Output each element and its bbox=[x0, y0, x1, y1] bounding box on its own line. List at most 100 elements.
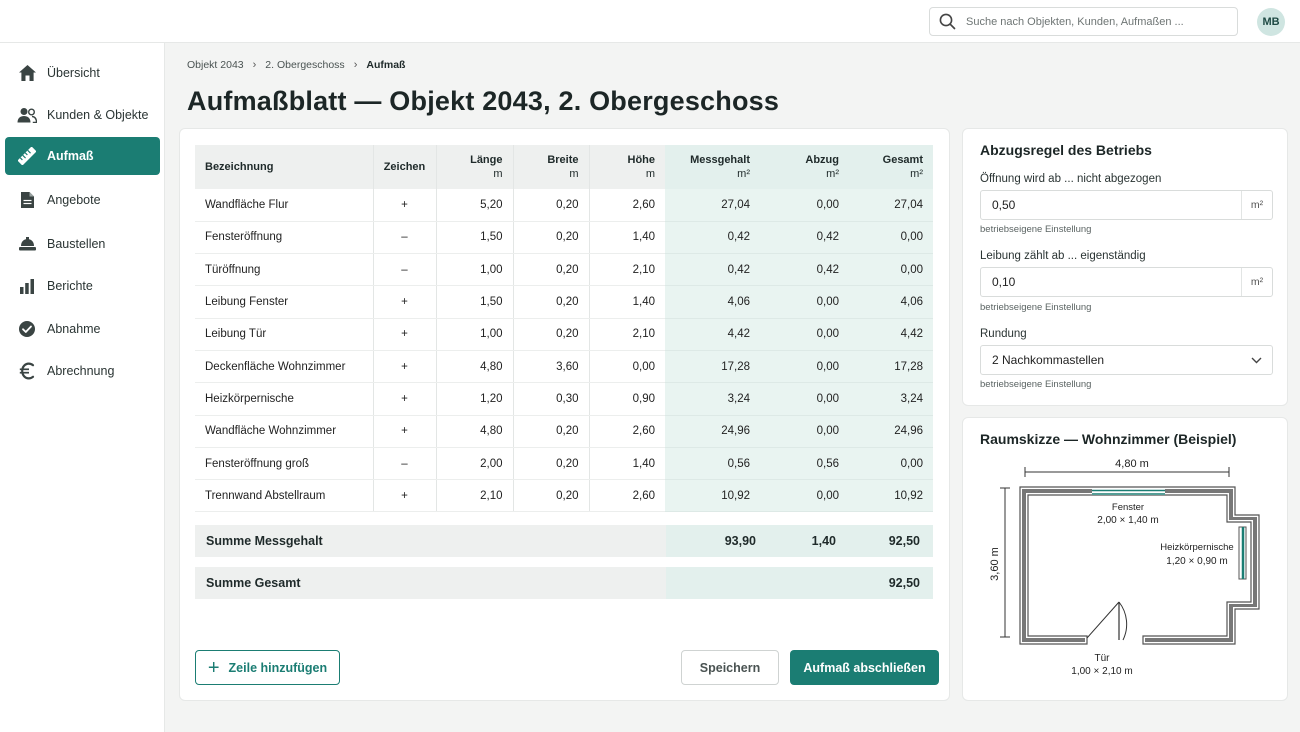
top-bar: MB bbox=[0, 0, 1300, 43]
cell-zeichen[interactable]: + bbox=[373, 189, 437, 222]
cell-breite[interactable]: 0,20 bbox=[513, 447, 590, 481]
sidebar-item-aufmass[interactable]: Aufmaß bbox=[5, 137, 160, 175]
cell-breite[interactable]: 0,20 bbox=[513, 221, 590, 255]
cell-bezeichnung[interactable]: Trennwand Abstellraum bbox=[195, 479, 374, 513]
search-input[interactable] bbox=[966, 15, 1226, 28]
cell-bezeichnung[interactable]: Fensteröffnung bbox=[195, 221, 374, 255]
cell-laenge[interactable]: 4,80 bbox=[436, 350, 514, 384]
cell-laenge[interactable]: 1,00 bbox=[436, 253, 514, 287]
cell-hoehe[interactable]: 2,60 bbox=[589, 479, 665, 513]
cell-messgehalt: 24,96 bbox=[665, 415, 760, 448]
cell-abzug: 0,00 bbox=[760, 350, 849, 384]
cell-zeichen[interactable]: + bbox=[373, 479, 437, 513]
cell-laenge[interactable]: 1,00 bbox=[436, 318, 514, 351]
cell-gesamt: 0,00 bbox=[849, 447, 933, 481]
cell-laenge[interactable]: 2,00 bbox=[436, 447, 514, 481]
cell-laenge[interactable]: 4,80 bbox=[436, 415, 514, 448]
cell-bezeichnung[interactable]: Heizkörpernische bbox=[195, 382, 374, 416]
reveal-threshold-input[interactable]: 0,10 m² bbox=[980, 267, 1273, 297]
cell-laenge[interactable]: 5,20 bbox=[436, 189, 514, 222]
column-header-messgehalt[interactable]: Messgehalt m² bbox=[665, 145, 760, 189]
table-row[interactable]: Trennwand Abstellraum +2,10 0,20 2,60 10,92 0… bbox=[195, 479, 933, 513]
sidebar-item-angebote[interactable]: Angebote bbox=[5, 181, 160, 219]
cell-hoehe[interactable]: 1,40 bbox=[589, 221, 665, 255]
sum-messgehalt-row: Summe Messgehalt 93,90 1,40 92,50 bbox=[195, 525, 933, 557]
cell-hoehe[interactable]: 2,60 bbox=[589, 415, 665, 448]
cell-breite[interactable]: 0,30 bbox=[513, 382, 590, 416]
cell-laenge[interactable]: 2,10 bbox=[436, 479, 514, 513]
cell-bezeichnung[interactable]: Wandfläche Flur bbox=[195, 189, 374, 222]
column-header-laenge[interactable]: Länge m bbox=[436, 145, 514, 189]
cell-bezeichnung[interactable]: Deckenfläche Wohnzimmer bbox=[195, 350, 374, 384]
cell-hoehe[interactable]: 2,10 bbox=[589, 318, 665, 351]
table-row[interactable]: Fensteröffnung groß –2,00 0,20 1,40 0,56 0,56… bbox=[195, 447, 933, 481]
finish-measurement-button[interactable]: Aufmaß abschließen bbox=[790, 650, 939, 685]
cell-breite[interactable]: 0,20 bbox=[513, 415, 590, 448]
cell-hoehe[interactable]: 0,00 bbox=[589, 350, 665, 384]
cell-gesamt: 3,24 bbox=[849, 382, 933, 416]
save-button[interactable]: Speichern bbox=[681, 650, 779, 685]
sum-abzug-value: 1,40 bbox=[811, 534, 836, 548]
cell-bezeichnung[interactable]: Leibung Fenster bbox=[195, 285, 374, 319]
breadcrumb-item[interactable]: 2. Obergeschoss bbox=[265, 59, 344, 71]
cell-breite[interactable]: 0,20 bbox=[513, 253, 590, 287]
sidebar-item-baustellen[interactable]: Baustellen bbox=[5, 225, 160, 263]
cell-laenge[interactable]: 1,50 bbox=[436, 221, 514, 255]
column-header-gesamt[interactable]: Gesamt m² bbox=[849, 145, 933, 189]
cell-hoehe[interactable]: 2,10 bbox=[589, 253, 665, 287]
height-label: 3,60 m bbox=[989, 547, 1001, 581]
sidebar-item-berichte[interactable]: Berichte bbox=[5, 267, 160, 305]
cell-zeichen[interactable]: + bbox=[373, 382, 437, 416]
breadcrumb-item[interactable]: Objekt 2043 bbox=[187, 59, 244, 71]
avatar[interactable]: MB bbox=[1257, 8, 1285, 36]
cell-hoehe[interactable]: 1,40 bbox=[589, 285, 665, 319]
cell-abzug: 0,42 bbox=[760, 221, 849, 255]
cell-bezeichnung[interactable]: Wandfläche Wohnzimmer bbox=[195, 415, 374, 448]
table-row[interactable]: Fensteröffnung –1,50 0,20 1,40 0,42 0,42 0,00 bbox=[195, 221, 933, 255]
search-box[interactable] bbox=[929, 7, 1238, 36]
sidebar-item-abnahme[interactable]: Abnahme bbox=[5, 310, 160, 348]
cell-laenge[interactable]: 1,50 bbox=[436, 285, 514, 319]
cell-zeichen[interactable]: + bbox=[373, 415, 437, 448]
opening-threshold-input[interactable]: 0,50 m² bbox=[980, 190, 1273, 220]
sidebar-item-abrechnung[interactable]: Abrechnung bbox=[5, 352, 160, 390]
table-row[interactable]: Deckenfläche Wohnzimmer +4,80 3,60 0,00 17,2… bbox=[195, 350, 933, 384]
sidebar-item-uebersicht[interactable]: Übersicht bbox=[5, 54, 160, 92]
cell-zeichen[interactable]: – bbox=[373, 253, 437, 287]
column-header-hoehe[interactable]: Höhe m bbox=[589, 145, 665, 189]
cell-zeichen[interactable]: – bbox=[373, 221, 437, 255]
sidebar-item-kunden[interactable]: Kunden & Objekte bbox=[5, 96, 160, 134]
cell-hoehe[interactable]: 0,90 bbox=[589, 382, 665, 416]
cell-bezeichnung[interactable]: Fensteröffnung groß bbox=[195, 447, 374, 481]
cell-laenge[interactable]: 1,20 bbox=[436, 382, 514, 416]
cell-breite[interactable]: 0,20 bbox=[513, 318, 590, 351]
cell-breite[interactable]: 0,20 bbox=[513, 285, 590, 319]
cell-zeichen[interactable]: – bbox=[373, 447, 437, 481]
table-row[interactable]: Wandfläche Wohnzimmer +4,80 0,20 2,60 24,96 0… bbox=[195, 415, 933, 448]
cell-breite[interactable]: 0,20 bbox=[513, 189, 590, 222]
table-row[interactable]: Leibung Tür +1,00 0,20 2,10 4,42 0,00 4,42 bbox=[195, 318, 933, 351]
cell-breite[interactable]: 0,20 bbox=[513, 479, 590, 513]
column-header-abzug[interactable]: Abzug m² bbox=[760, 145, 849, 189]
cell-bezeichnung[interactable]: Türöffnung bbox=[195, 253, 374, 287]
column-header-bezeichnung[interactable]: Bezeichnung bbox=[195, 145, 374, 189]
table-row[interactable]: Wandfläche Flur +5,20 0,20 2,60 27,04 0,00 27,… bbox=[195, 189, 933, 222]
cell-hoehe[interactable]: 1,40 bbox=[589, 447, 665, 481]
measurement-table: Bezeichnung Zeichen Länge m Breite m Höhe m… bbox=[195, 145, 933, 513]
cell-zeichen[interactable]: + bbox=[373, 318, 437, 351]
rounding-hint: betriebseigene Einstellung bbox=[980, 379, 1092, 390]
table-row[interactable]: Türöffnung –1,00 0,20 2,10 0,42 0,42 0,00 bbox=[195, 253, 933, 287]
cell-zeichen[interactable]: + bbox=[373, 350, 437, 384]
column-header-breite[interactable]: Breite m bbox=[513, 145, 590, 189]
cell-abzug: 0,00 bbox=[760, 318, 849, 351]
add-row-button[interactable]: + Zeile hinzufügen bbox=[195, 650, 340, 685]
rounding-select[interactable]: 2 Nachkommastellen bbox=[980, 345, 1273, 375]
cell-abzug: 0,00 bbox=[760, 189, 849, 222]
table-row[interactable]: Leibung Fenster +1,50 0,20 1,40 4,06 0,00 4,06 bbox=[195, 285, 933, 319]
table-row[interactable]: Heizkörpernische +1,20 0,30 0,90 3,24 0,00 3,2… bbox=[195, 382, 933, 416]
column-header-zeichen[interactable]: Zeichen bbox=[373, 145, 437, 189]
cell-hoehe[interactable]: 2,60 bbox=[589, 189, 665, 222]
cell-bezeichnung[interactable]: Leibung Tür bbox=[195, 318, 374, 351]
cell-zeichen[interactable]: + bbox=[373, 285, 437, 319]
cell-breite[interactable]: 3,60 bbox=[513, 350, 590, 384]
